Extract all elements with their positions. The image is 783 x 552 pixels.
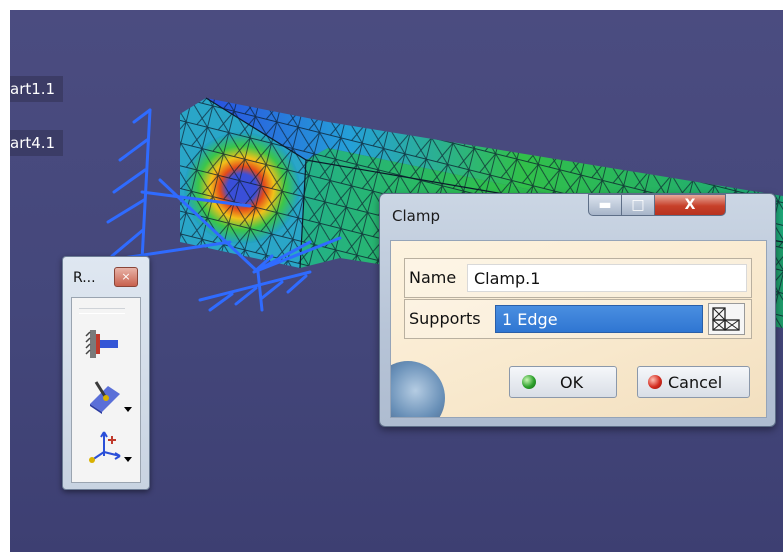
toolbar-title: R... <box>73 270 96 286</box>
toolbar-grip-handle[interactable] <box>79 308 125 314</box>
toolbar-close-button[interactable]: × <box>114 267 138 287</box>
minimize-button[interactable]: ▬ <box>588 194 622 216</box>
dialog-body: Name Supports OK Cancel <box>390 240 767 418</box>
decorative-globe <box>391 361 445 417</box>
edge-selection-icon <box>712 307 740 331</box>
supports-input[interactable] <box>495 305 703 333</box>
cancel-icon <box>648 375 662 389</box>
cancel-label: Cancel <box>668 373 723 392</box>
tree-item-part1[interactable]: art1.1 <box>10 76 64 102</box>
close-button[interactable]: X <box>654 194 726 216</box>
surface-slider-icon <box>90 381 120 414</box>
clamp-dialog[interactable]: Clamp ▬ □ X Name Supports OK <box>379 193 776 427</box>
supports-label: Supports <box>409 309 481 328</box>
surface-slider-tool-button[interactable] <box>82 376 132 416</box>
chevron-down-icon[interactable] <box>124 407 132 412</box>
ok-button[interactable]: OK <box>509 366 617 398</box>
name-row: Name <box>404 258 752 298</box>
supports-row: Supports <box>404 299 752 339</box>
name-label: Name <box>409 268 457 287</box>
clamp-tool-button[interactable] <box>82 324 128 364</box>
tree-item-part4[interactable]: art4.1 <box>10 130 64 156</box>
chevron-down-icon[interactable] <box>124 457 132 462</box>
dialog-title: Clamp <box>392 207 440 225</box>
maximize-button[interactable]: □ <box>621 194 655 216</box>
cancel-button[interactable]: Cancel <box>637 366 750 398</box>
restraints-toolbar[interactable]: R... × <box>62 256 150 490</box>
toolbar-body <box>71 297 141 483</box>
user-defined-restraint-tool-button[interactable] <box>82 426 132 466</box>
user-defined-restraint-icon <box>89 431 121 463</box>
support-picker-button[interactable] <box>708 303 745 335</box>
clamp-restraint-icon <box>85 330 118 358</box>
ok-icon <box>522 375 536 389</box>
ok-label: OK <box>560 373 584 392</box>
name-input[interactable] <box>467 264 747 292</box>
